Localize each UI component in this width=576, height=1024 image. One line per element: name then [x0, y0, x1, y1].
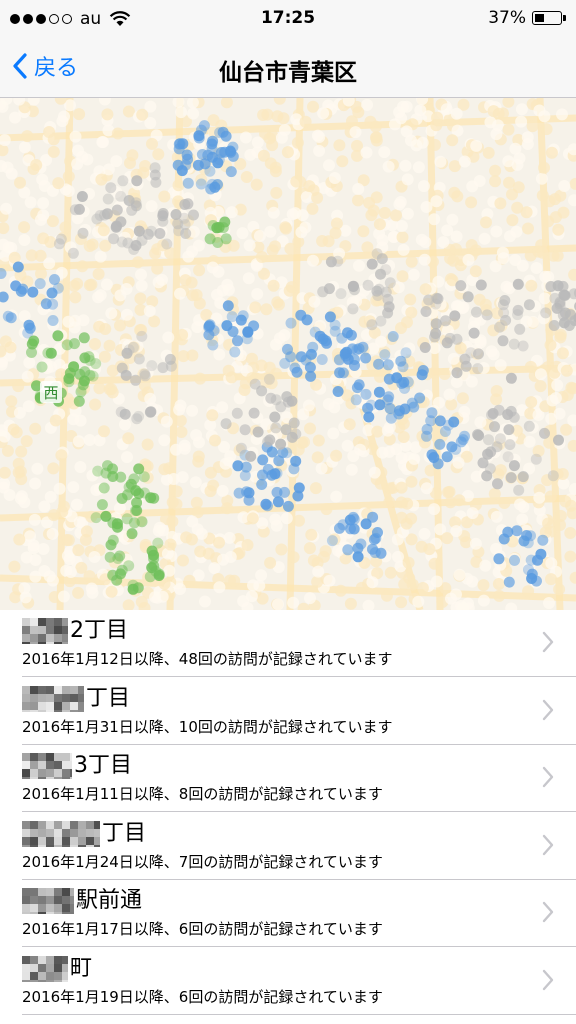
list-item[interactable]: 丁目 2016年1月24日以降、7回の訪問が記録されています	[0, 813, 576, 880]
chevron-right-icon	[542, 969, 554, 990]
item-subtitle: 2016年1月11日以降、8回の訪問が記録されています	[22, 785, 383, 803]
redacted-area	[22, 753, 72, 779]
item-title-wrap: 町	[22, 955, 93, 982]
chevron-right-icon	[542, 699, 554, 720]
redacted-area	[22, 955, 68, 982]
redacted-area	[22, 888, 74, 914]
chevron-right-icon	[542, 631, 554, 653]
item-subtitle: 2016年1月19日以降、6回の訪問が記録されています	[22, 987, 383, 1006]
chevron-right-icon	[542, 766, 554, 788]
list-item[interactable]: 丁目 2016年1月31日以降、10回の訪問が記録されています	[0, 678, 576, 745]
item-title: 3丁目	[74, 753, 132, 778]
item-subtitle: 2016年1月24日以降、7回の訪問が記録されています	[22, 852, 383, 871]
redacted-area	[22, 618, 68, 644]
item-title-wrap: 丁目	[22, 820, 147, 847]
list-item[interactable]: 2丁目 2016年1月12日以降、48回の訪問が記録されています	[0, 610, 576, 677]
map-label: 西	[43, 384, 58, 402]
page-title: 仙台市青葉区	[219, 60, 357, 86]
map-canvas: 西	[0, 98, 576, 610]
item-title: 丁目	[102, 820, 147, 846]
list-item[interactable]: 駅前通 2016年1月17日以降、6回の訪問が記録されています	[0, 880, 576, 947]
item-title: 丁目	[86, 685, 131, 711]
item-title-wrap: 丁目	[22, 685, 131, 712]
list-item[interactable]: 町 2016年1月19日以降、6回の訪問が記録されています	[0, 948, 576, 1015]
row-separator	[22, 1013, 576, 1015]
chevron-right-icon	[542, 834, 554, 855]
item-title: 2丁目	[70, 618, 128, 643]
status-bar: au 17:25 37%	[0, 0, 576, 40]
visit-map[interactable]: 西	[0, 98, 576, 610]
list-item[interactable]: 3丁目 2016年1月11日以降、8回の訪問が記録されています	[0, 745, 576, 812]
item-subtitle: 2016年1月12日以降、48回の訪問が記録されています	[22, 650, 393, 668]
item-subtitle: 2016年1月17日以降、6回の訪問が記録されています	[22, 920, 383, 938]
visit-list: 2丁目 2016年1月12日以降、48回の訪問が記録されています丁目 2016年1月…	[0, 610, 576, 1024]
chevron-right-icon	[542, 901, 554, 923]
item-title-wrap: 駅前通	[22, 888, 142, 914]
redacted-area	[22, 820, 100, 847]
status-right: 37%	[488, 8, 566, 28]
redacted-area	[22, 685, 84, 712]
item-title: 町	[70, 955, 93, 981]
navigation-bar: 戻る 仙台市青葉区	[0, 40, 576, 98]
item-title: 駅前通	[76, 888, 143, 913]
item-subtitle: 2016年1月31日以降、10回の訪問が記録されています	[22, 717, 393, 736]
battery-percent: 37%	[488, 8, 526, 28]
item-title-wrap: 3丁目	[22, 753, 132, 779]
battery-icon	[532, 11, 566, 25]
item-title-wrap: 2丁目	[22, 618, 128, 644]
